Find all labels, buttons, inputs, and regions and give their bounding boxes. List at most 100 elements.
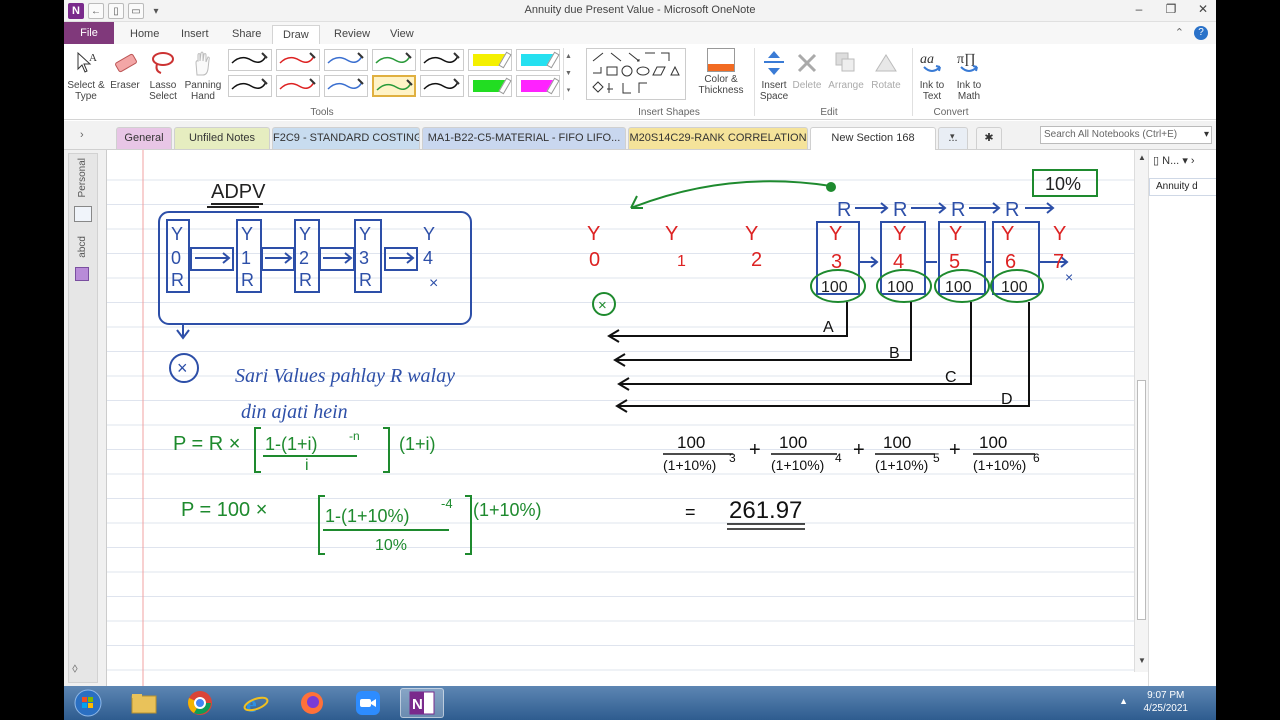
arrow-dot — [826, 182, 836, 192]
chrome-button[interactable] — [178, 688, 222, 718]
section-tab-standard-costing[interactable]: F2C9 - STANDARD COSTING — [272, 127, 420, 149]
section-tab-general[interactable]: General — [116, 127, 172, 149]
page-item-annuity-due[interactable]: Annuity d — [1149, 178, 1216, 196]
tab-view[interactable]: View — [380, 25, 424, 44]
tab-share[interactable]: Share — [222, 25, 271, 44]
notebook-abcd-icon[interactable] — [75, 267, 89, 281]
pen-swatch[interactable] — [228, 75, 272, 97]
ink-to-math-button[interactable]: π∏ Ink to Math — [950, 48, 988, 102]
pen-swatch[interactable] — [372, 75, 416, 97]
ribbon-separator — [912, 48, 913, 116]
add-page-button[interactable]: ▯ N... ▾ › — [1153, 154, 1195, 167]
svg-text:Y: Y — [299, 224, 311, 244]
show-hidden-icons[interactable]: ▲ — [1119, 696, 1128, 706]
tab-file[interactable]: File — [64, 22, 114, 44]
unfiled-notes-icon[interactable]: ⬨ — [72, 660, 78, 676]
window-controls: – ❐ ✕ — [1130, 2, 1212, 16]
circled-x-note: × — [169, 353, 199, 383]
arrow-labels: A B C D — [823, 319, 1013, 408]
highlighter-swatch[interactable] — [516, 49, 560, 71]
scroll-up-icon[interactable]: ▲ — [1138, 153, 1146, 162]
ink-to-text-icon: aa — [917, 48, 947, 78]
zoom-button[interactable] — [346, 688, 390, 718]
panning-hand-button[interactable]: Panning Hand — [182, 48, 224, 102]
svg-text:Y: Y — [171, 224, 183, 244]
minimize-button[interactable]: – — [1130, 2, 1148, 16]
notebook-abcd[interactable]: abcd — [77, 236, 88, 258]
collapse-ribbon-icon[interactable]: ⌃ — [1175, 26, 1184, 40]
pen-gallery-scroll[interactable]: ▲ ▼ ▾ — [563, 48, 573, 100]
pen-swatch[interactable] — [420, 75, 464, 97]
new-section-tab[interactable]: ✱ — [976, 127, 1002, 149]
discount-arrows — [607, 302, 1030, 413]
highlighter-swatch[interactable] — [468, 75, 512, 97]
rotate-button[interactable]: Rotate — [866, 48, 906, 91]
pen-swatch[interactable] — [324, 75, 368, 97]
shapes-gallery[interactable] — [586, 48, 686, 100]
windows-logo-icon — [74, 689, 102, 717]
restore-button[interactable]: ❐ — [1162, 2, 1180, 16]
svg-text:R: R — [837, 199, 851, 221]
notebook-personal[interactable]: Personal — [77, 158, 88, 197]
highlighter-swatch[interactable] — [516, 75, 560, 97]
taskbar: e N ▲ 9:07 PM 4/25/2021 — [64, 686, 1216, 720]
start-button[interactable] — [66, 688, 110, 718]
section-tab-unfiled-notes[interactable]: Unfiled Notes — [174, 127, 270, 149]
sentence-line-2: din ajati hein — [241, 401, 348, 423]
convert-group-label: Convert — [933, 107, 969, 118]
close-button[interactable]: ✕ — [1194, 2, 1212, 16]
eraser-button[interactable]: Eraser — [106, 48, 144, 91]
tab-home[interactable]: Home — [120, 25, 169, 44]
search-input[interactable]: Search All Notebooks (Ctrl+E) ▾ — [1040, 126, 1212, 144]
pen-swatch[interactable] — [276, 49, 320, 71]
lasso-select-button[interactable]: Lasso Select — [144, 48, 182, 102]
scroll-down-icon[interactable]: ▼ — [1138, 656, 1146, 665]
tab-insert[interactable]: Insert — [171, 25, 219, 44]
color-thickness-button[interactable]: Color & Thickness — [696, 48, 746, 96]
pen-swatch[interactable] — [420, 49, 464, 71]
highlighter-swatch[interactable] — [468, 49, 512, 71]
svg-text:R: R — [1005, 199, 1019, 221]
section-list-dropdown-icon[interactable]: ▾ — [950, 131, 955, 142]
svg-text:-n: -n — [349, 429, 360, 443]
svg-text:Y: Y — [1001, 223, 1014, 245]
pen-swatch[interactable] — [276, 75, 320, 97]
select-type-button[interactable]: A Select & Type — [66, 48, 106, 102]
pen-swatch[interactable] — [372, 49, 416, 71]
vertical-scrollbar[interactable]: ▲ ▼ — [1134, 150, 1148, 672]
ink-to-text-button[interactable]: aa Ink to Text — [914, 48, 950, 102]
notebook-icon[interactable] — [74, 206, 92, 222]
svg-text:R: R — [241, 270, 254, 290]
insert-space-button[interactable]: Insert Space — [754, 48, 794, 102]
svg-text:(1+i): (1+i) — [399, 434, 436, 454]
svg-text:Y: Y — [423, 224, 435, 244]
svg-text:R: R — [893, 199, 907, 221]
onenote-taskbar-button[interactable]: N — [400, 688, 444, 718]
internet-explorer-button[interactable]: e — [234, 688, 278, 718]
system-clock[interactable]: 9:07 PM 4/25/2021 — [1144, 689, 1189, 715]
tab-draw[interactable]: Draw — [272, 25, 320, 44]
arrange-button[interactable]: Arrange — [826, 48, 866, 91]
svg-text:4: 4 — [835, 451, 842, 465]
search-dropdown-icon[interactable]: ▾ — [1204, 127, 1209, 143]
section-tab-rank-correlation[interactable]: M20S14C29-RANK CORRELATION — [628, 127, 808, 149]
pen-swatch[interactable] — [324, 49, 368, 71]
pen-swatch[interactable] — [228, 49, 272, 71]
scroll-thumb[interactable] — [1137, 380, 1146, 620]
note-page[interactable]: ADPV Y0R Y1R Y2R Y 3 R Y 4 × × Sari Valu… — [106, 150, 1135, 686]
section-tab-new-section-168[interactable]: New Section 168 — [810, 127, 936, 150]
svg-text:D: D — [1001, 391, 1013, 408]
collapse-page-list-icon[interactable]: › — [1191, 155, 1195, 167]
delete-button[interactable]: Delete — [790, 48, 824, 91]
expand-nav-icon[interactable]: › — [80, 129, 84, 141]
file-explorer-button[interactable] — [122, 688, 166, 718]
sentence-line-1: Sari Values pahlay R walay — [235, 365, 455, 387]
page-list-dropdown-icon[interactable]: ▾ — [1182, 155, 1188, 167]
firefox-button[interactable] — [290, 688, 334, 718]
heading-adpv: ADPV — [211, 181, 266, 203]
svg-text:100: 100 — [887, 279, 914, 296]
help-icon[interactable]: ? — [1194, 26, 1208, 40]
section-tab-material-fifo[interactable]: MA1-B22-C5-MATERIAL - FIFO LIFO... — [422, 127, 626, 149]
tab-review[interactable]: Review — [324, 25, 380, 44]
cursor-icon: A — [71, 48, 101, 78]
